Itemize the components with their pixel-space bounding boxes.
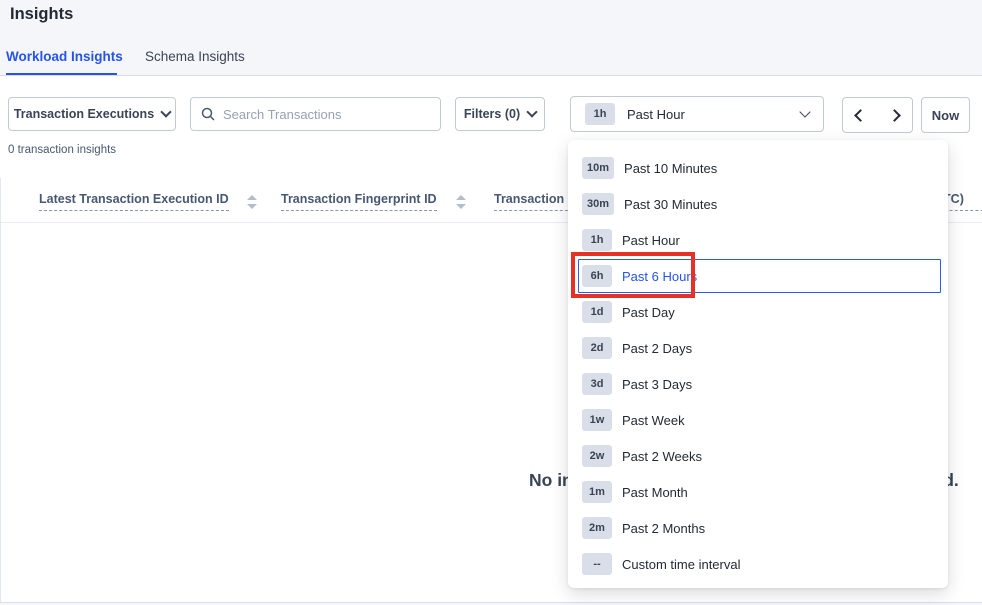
time-option-custom[interactable]: -- Custom time interval	[568, 546, 948, 582]
time-option-2w[interactable]: 2w Past 2 Weeks	[568, 438, 948, 474]
time-option-2m[interactable]: 2m Past 2 Months	[568, 510, 948, 546]
time-interval-dropdown: 10m Past 10 Minutes 30m Past 30 Minutes …	[568, 140, 948, 588]
time-option-badge: 1m	[582, 481, 612, 503]
time-option-label: Past 2 Days	[622, 341, 692, 356]
search-input[interactable]	[223, 107, 430, 122]
time-option-label: Past 2 Weeks	[622, 449, 702, 464]
time-option-10m[interactable]: 10m Past 10 Minutes	[568, 150, 948, 186]
transaction-type-label: Transaction Executions	[14, 107, 154, 121]
time-option-6h[interactable]: 6h Past 6 Hours	[578, 259, 941, 293]
sort-icon[interactable]	[247, 195, 257, 209]
filters-label: Filters (0)	[464, 107, 520, 121]
tab-schema-insights[interactable]: Schema Insights	[145, 49, 245, 64]
now-button[interactable]: Now	[921, 97, 970, 133]
page-header	[0, 0, 982, 76]
insights-page: Insights Workload Insights Schema Insigh…	[0, 0, 982, 605]
time-option-label: Past 30 Minutes	[624, 197, 717, 212]
tabs-divider	[0, 75, 982, 76]
search-icon	[201, 107, 215, 121]
time-prev-button[interactable]	[842, 97, 878, 133]
chevron-down-icon	[799, 106, 810, 117]
time-option-badge: 1d	[582, 301, 612, 323]
time-option-label: Past 6 Hours	[622, 269, 697, 284]
time-option-badge: 30m	[582, 193, 614, 215]
time-option-2d[interactable]: 2d Past 2 Days	[568, 330, 948, 366]
time-option-badge: 1h	[582, 229, 612, 251]
chevron-down-icon	[160, 106, 171, 117]
time-option-1h[interactable]: 1h Past Hour	[568, 222, 948, 258]
time-option-label: Custom time interval	[622, 557, 740, 572]
time-option-label: Past 10 Minutes	[624, 161, 717, 176]
filters-button[interactable]: Filters (0)	[455, 97, 545, 131]
column-header-latest-transaction-execution-id[interactable]: Latest Transaction Execution ID	[39, 192, 229, 211]
column-header-transaction-fingerprint-id[interactable]: Transaction Fingerprint ID	[281, 192, 437, 211]
tab-workload-insights[interactable]: Workload Insights	[6, 49, 123, 64]
time-option-badge: 10m	[582, 157, 614, 179]
insights-count: 0 transaction insights	[8, 144, 116, 156]
time-option-badge: 2d	[582, 337, 612, 359]
time-option-label: Past Day	[622, 305, 675, 320]
page-title: Insights	[10, 5, 73, 24]
time-interval-select[interactable]: 1h Past Hour	[570, 96, 824, 132]
time-option-label: Past Hour	[622, 233, 680, 248]
time-option-label: Past 3 Days	[622, 377, 692, 392]
time-option-badge: 3d	[582, 373, 612, 395]
time-option-label: Past 2 Months	[622, 521, 705, 536]
chevron-left-icon	[854, 109, 867, 122]
time-option-badge: 2m	[582, 517, 612, 539]
chevron-right-icon	[888, 109, 901, 122]
time-option-label: Past Week	[622, 413, 685, 428]
time-option-badge: 6h	[582, 265, 612, 287]
time-option-badge: 2w	[582, 445, 612, 467]
time-interval-badge: 1h	[585, 103, 615, 125]
time-interval-label: Past Hour	[627, 107, 789, 122]
search-box[interactable]	[190, 97, 441, 131]
time-option-1m[interactable]: 1m Past Month	[568, 474, 948, 510]
time-option-badge: --	[582, 553, 612, 575]
time-option-30m[interactable]: 30m Past 30 Minutes	[568, 186, 948, 222]
transaction-type-select[interactable]: Transaction Executions	[8, 97, 176, 131]
time-option-1w[interactable]: 1w Past Week	[568, 402, 948, 438]
time-option-3d[interactable]: 3d Past 3 Days	[568, 366, 948, 402]
time-option-label: Past Month	[622, 485, 688, 500]
time-option-1d[interactable]: 1d Past Day	[568, 294, 948, 330]
sort-icon[interactable]	[456, 195, 466, 209]
time-option-badge: 1w	[582, 409, 612, 431]
time-next-button[interactable]	[877, 97, 913, 133]
chevron-down-icon	[526, 106, 537, 117]
